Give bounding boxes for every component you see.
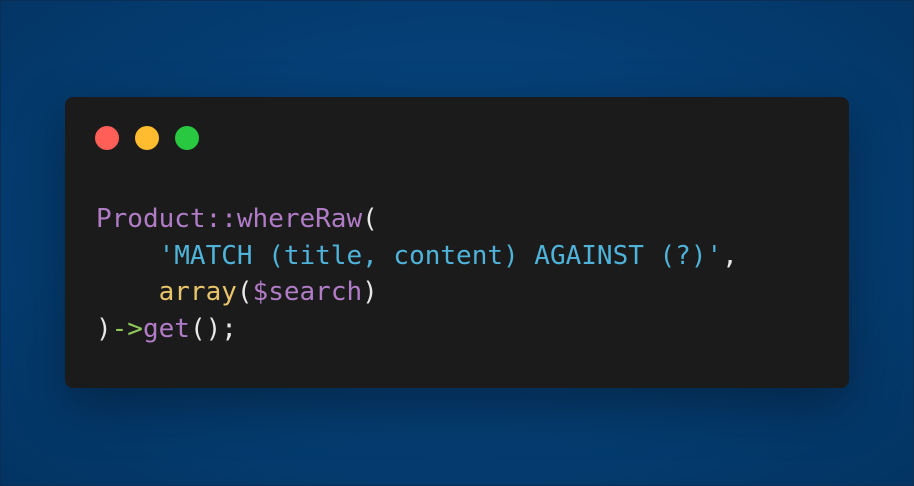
call-terminator: ();	[189, 313, 237, 344]
window-controls	[95, 126, 199, 150]
close-button-icon[interactable]	[95, 126, 119, 150]
open-paren: (	[236, 277, 253, 307]
array-function: array	[158, 277, 237, 307]
arrow-operator: ->	[111, 313, 143, 344]
code-line-1: Product::whereRaw(	[96, 201, 738, 238]
class-name: Product	[96, 204, 206, 234]
code-line-2: 'MATCH (title, content) AGAINST (?)',	[96, 238, 738, 275]
scope-operator: ::	[205, 204, 237, 234]
sql-string: 'MATCH (title, content) AGAINST (?)'	[158, 240, 723, 271]
code-block: Product::whereRaw( 'MATCH (title, conten…	[96, 201, 738, 347]
open-paren: (	[362, 204, 378, 234]
code-line-4: )->get();	[96, 311, 738, 348]
get-method: get	[142, 313, 190, 344]
close-paren: )	[96, 313, 112, 344]
code-window: Product::whereRaw( 'MATCH (title, conten…	[65, 97, 849, 388]
maximize-button-icon[interactable]	[175, 126, 199, 150]
minimize-button-icon[interactable]	[135, 126, 159, 150]
close-paren: )	[362, 277, 378, 307]
code-line-3: array($search)	[96, 274, 738, 311]
method-name: whereRaw	[236, 204, 363, 234]
search-variable: $search	[252, 277, 363, 307]
comma: ,	[722, 240, 738, 271]
